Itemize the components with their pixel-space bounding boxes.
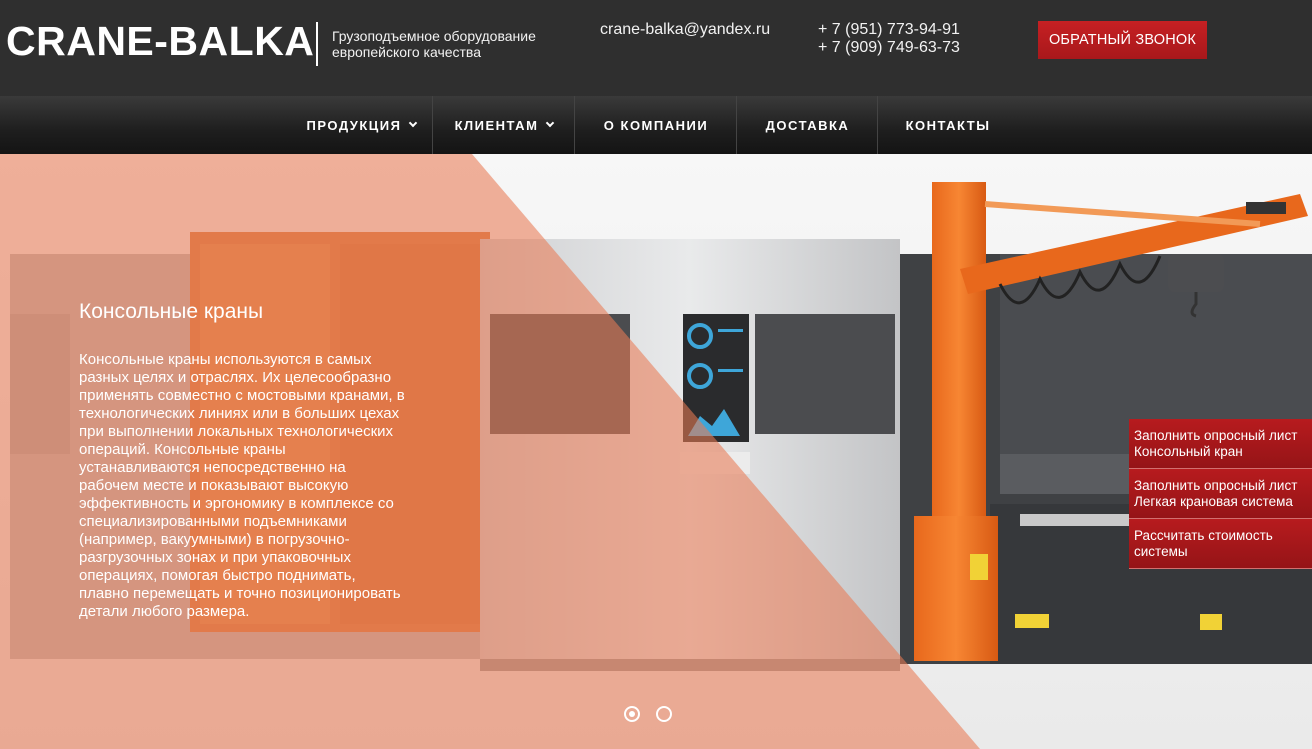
side-actions-panel: Заполнить опросный лист Консольный кран … <box>1129 419 1312 569</box>
hero-description: Консольные краны используются в самых ра… <box>79 351 405 620</box>
site-tagline: Грузоподъемное оборудование европейского… <box>332 28 536 60</box>
nav-item-contacts[interactable]: КОНТАКТЫ <box>879 96 1017 154</box>
slider-dot-2[interactable] <box>656 706 672 722</box>
contact-email-link[interactable]: crane-balka@yandex.ru <box>600 21 770 39</box>
calculate-cost-button[interactable]: Рассчитать стоимость системы <box>1129 519 1312 569</box>
nav-item-delivery[interactable]: ДОСТАВКА <box>738 96 877 154</box>
chevron-down-icon <box>409 118 418 128</box>
nav-divider <box>574 96 575 154</box>
nav-item-products[interactable]: ПРОДУКЦИЯ <box>291 96 432 154</box>
chevron-down-icon <box>546 118 555 128</box>
nav-divider <box>736 96 737 154</box>
nav-item-label: ДОСТАВКА <box>765 117 850 133</box>
site-logo[interactable]: CRANE-BALKA <box>6 18 314 65</box>
nav-item-clients[interactable]: КЛИЕНТАМ <box>434 96 574 154</box>
slider-pagination <box>624 706 672 722</box>
nav-item-label: ПРОДУКЦИЯ <box>306 117 402 133</box>
header-divider <box>316 22 318 66</box>
nav-divider <box>432 96 433 154</box>
site-header: CRANE-BALKA Грузоподъемное оборудование … <box>0 0 1312 96</box>
hero-slider: Консольные краны Консольные краны исполь… <box>0 154 1312 749</box>
nav-item-label: О КОМПАНИИ <box>603 117 709 133</box>
survey-jib-crane-button[interactable]: Заполнить опросный лист Консольный кран <box>1129 419 1312 469</box>
nav-divider <box>877 96 878 154</box>
nav-item-about[interactable]: О КОМПАНИИ <box>576 96 736 154</box>
main-nav: ПРОДУКЦИЯ КЛИЕНТАМ О КОМПАНИИ ДОСТАВКА К… <box>0 96 1312 154</box>
contact-phones: + 7 (951) 773-94-91 + 7 (909) 749-63-73 <box>818 21 960 57</box>
callback-button[interactable]: ОБРАТНЫЙ ЗВОНОК <box>1038 21 1207 59</box>
hero-title: Консольные краны <box>79 300 264 323</box>
survey-light-crane-button[interactable]: Заполнить опросный лист Легкая крановая … <box>1129 469 1312 519</box>
phone-1-link[interactable]: + 7 (951) 773-94-91 <box>818 21 960 39</box>
nav-item-label: КОНТАКТЫ <box>905 117 991 133</box>
nav-item-label: КЛИЕНТАМ <box>454 117 539 133</box>
phone-2-link[interactable]: + 7 (909) 749-63-73 <box>818 39 960 57</box>
slider-dot-1[interactable] <box>624 706 640 722</box>
